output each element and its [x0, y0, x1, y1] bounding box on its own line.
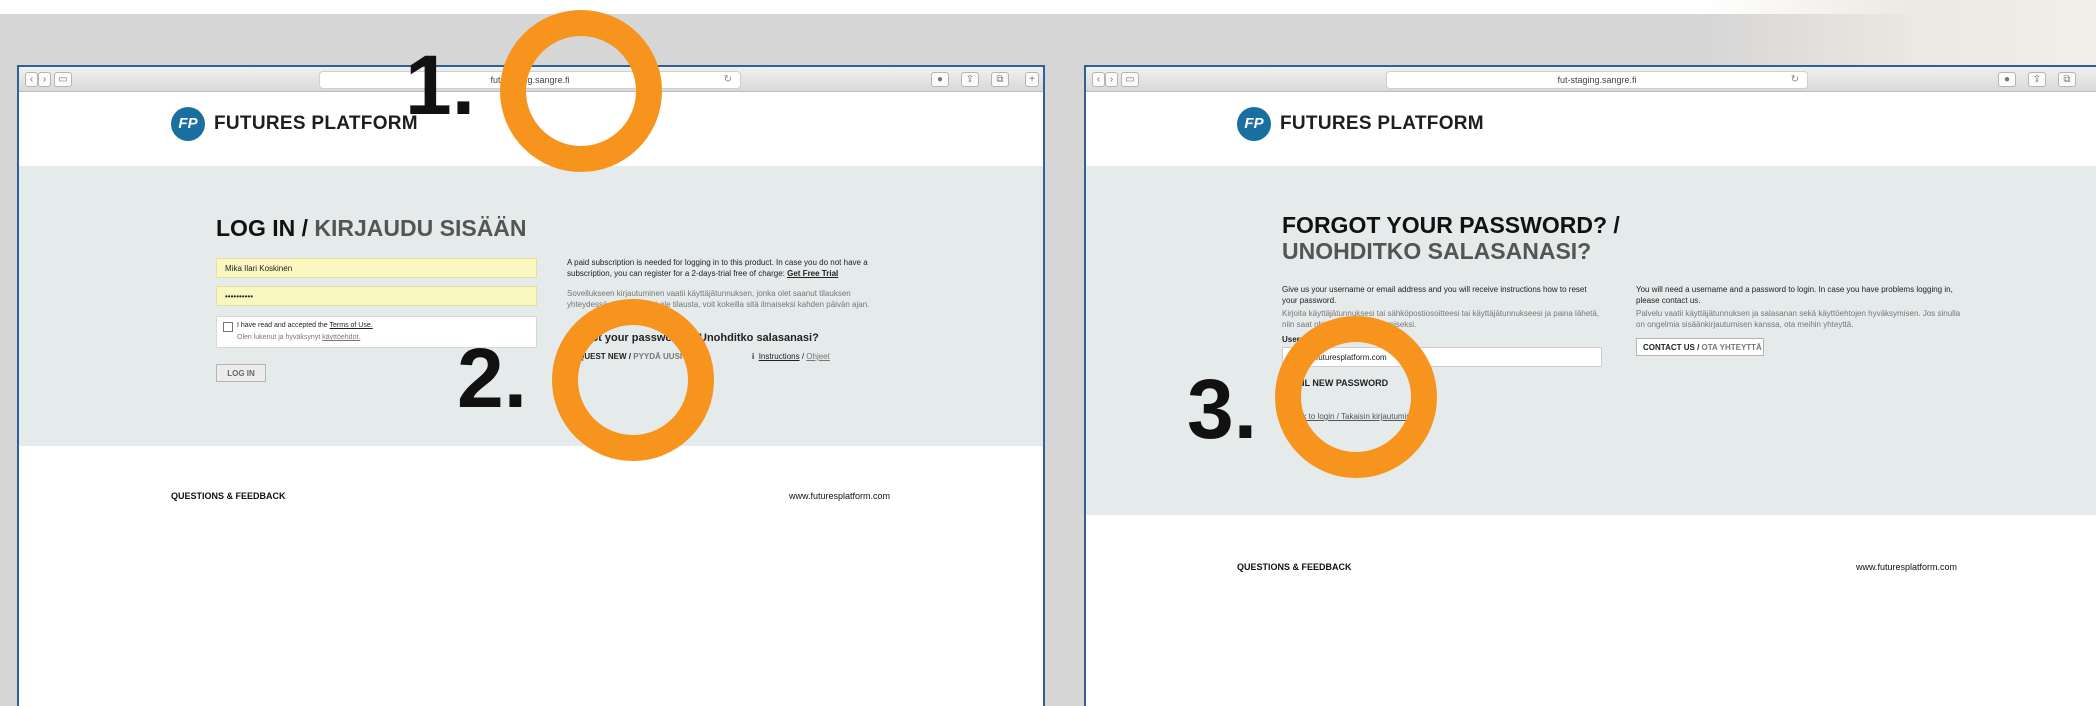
new-tab-icon[interactable]: + — [1025, 72, 1039, 87]
forgot-band: FORGOT YOUR PASSWORD? / UNOHDITKO SALASAN… — [1086, 166, 2096, 515]
logo-icon[interactable]: FP — [171, 107, 205, 141]
marker-3-ring — [1275, 316, 1437, 478]
reset-instructions: Give us your username or email address a… — [1282, 285, 1587, 305]
instructions-label: Instructions — [758, 352, 800, 361]
address-text: fut-staging.sangre.fi — [1557, 75, 1637, 85]
terms-link[interactable]: Terms of Use. — [330, 322, 373, 329]
back-icon[interactable]: ‹ — [25, 72, 38, 87]
subscription-info: A paid subscription is needed for loggin… — [567, 257, 885, 279]
tabs-icon[interactable]: ⧉ — [991, 72, 1009, 87]
contact-info-fi: Palvelu vaatii käyttäjätunnuksen ja sala… — [1636, 309, 1961, 329]
terms-line1: I have read and accepted the Terms of Us… — [237, 320, 373, 331]
marker-1-ring — [500, 10, 662, 172]
sidebar-icon[interactable]: ▭ — [54, 72, 72, 87]
terms-prefix2: Olen lukenut ja hyväksynyt — [237, 334, 321, 341]
login-band: LOG IN / KIRJAUDU SISÄÄN Mika Ilari Kosk… — [19, 166, 1043, 446]
share-icon[interactable]: ⇪ — [961, 72, 979, 87]
page-title: LOG IN / KIRJAUDU SISÄÄN — [216, 215, 527, 242]
sidebar-icon[interactable]: ▭ — [1121, 72, 1139, 87]
address-bar[interactable]: fut-staging.sangre.fi ↻ — [1386, 71, 1808, 89]
tabs-icon[interactable]: ⧉ — [2058, 72, 2076, 87]
logo-icon[interactable]: FP — [1237, 107, 1271, 141]
marker-2-ring — [552, 299, 714, 461]
logo-text: FUTURES PLATFORM — [214, 113, 418, 134]
reload-icon[interactable]: ↻ — [1791, 72, 1799, 88]
terms-link-fi[interactable]: käyttöehdot. — [322, 334, 360, 341]
terms-checkbox[interactable] — [223, 322, 233, 332]
contact-info: You will need a username and a password … — [1636, 285, 1953, 305]
browser-window-login: ‹ › ▭ fut-staging.sangre.fi ↻ ● ⇪ ⧉ + FP… — [17, 65, 1045, 706]
terms-line2: Olen lukenut ja hyväksynyt käyttöehdot. — [237, 332, 360, 343]
share-icon[interactable]: ⇪ — [2028, 72, 2046, 87]
login-button[interactable]: LOG IN — [216, 364, 266, 382]
info-icon[interactable]: ● — [931, 72, 949, 87]
forward-icon[interactable]: › — [38, 72, 51, 87]
marker-2-label: 2. — [457, 331, 528, 425]
footer-questions[interactable]: QUESTIONS & FEEDBACK — [171, 491, 286, 501]
instructions-label-fi: Ohjeet — [806, 352, 830, 361]
page-title: FORGOT YOUR PASSWORD? / UNOHDITKO SALASAN… — [1282, 212, 1620, 264]
username-field[interactable]: Mika Ilari Koskinen — [216, 258, 537, 278]
reload-icon[interactable]: ↻ — [724, 72, 732, 88]
title-line2: UNOHDITKO SALASANASI? — [1282, 238, 1592, 264]
footer-questions[interactable]: QUESTIONS & FEEDBACK — [1237, 562, 1352, 572]
title-alt: KIRJAUDU SISÄÄN — [314, 215, 527, 241]
logo-text: FUTURES PLATFORM — [1280, 113, 1484, 134]
marker-1-label: 1. — [405, 38, 476, 132]
info-icon-small: i — [752, 352, 755, 361]
forward-icon[interactable]: › — [1105, 72, 1118, 87]
site-header: FP FUTURES PLATFORM — [1086, 92, 2096, 156]
footer-website[interactable]: www.futuresplatform.com — [789, 491, 890, 501]
title-line1: FORGOT YOUR PASSWORD? / — [1282, 212, 1620, 238]
free-trial-link[interactable]: Get Free Trial — [787, 269, 838, 278]
footer-website[interactable]: www.futuresplatform.com — [1856, 562, 1957, 572]
contact-us-button[interactable]: CONTACT US / OTA YHTEYTTÄ — [1636, 338, 1764, 356]
browser-toolbar: ‹ › ▭ fut-staging.sangre.fi ↻ ● ⇪ ⧉ — [1086, 67, 2096, 92]
contact-label: CONTACT US / — [1643, 343, 1700, 352]
back-icon[interactable]: ‹ — [1092, 72, 1105, 87]
info-icon[interactable]: ● — [1998, 72, 2016, 87]
marker-3-label: 3. — [1187, 362, 1258, 456]
terms-prefix: I have read and accepted the — [237, 322, 328, 329]
title-main: LOG IN / — [216, 215, 308, 241]
contact-label-fi: OTA YHTEYTTÄ — [1701, 343, 1762, 352]
instructions-link[interactable]: i Instructions / Ohjeet — [752, 352, 830, 361]
password-field[interactable]: •••••••••• — [216, 286, 537, 306]
